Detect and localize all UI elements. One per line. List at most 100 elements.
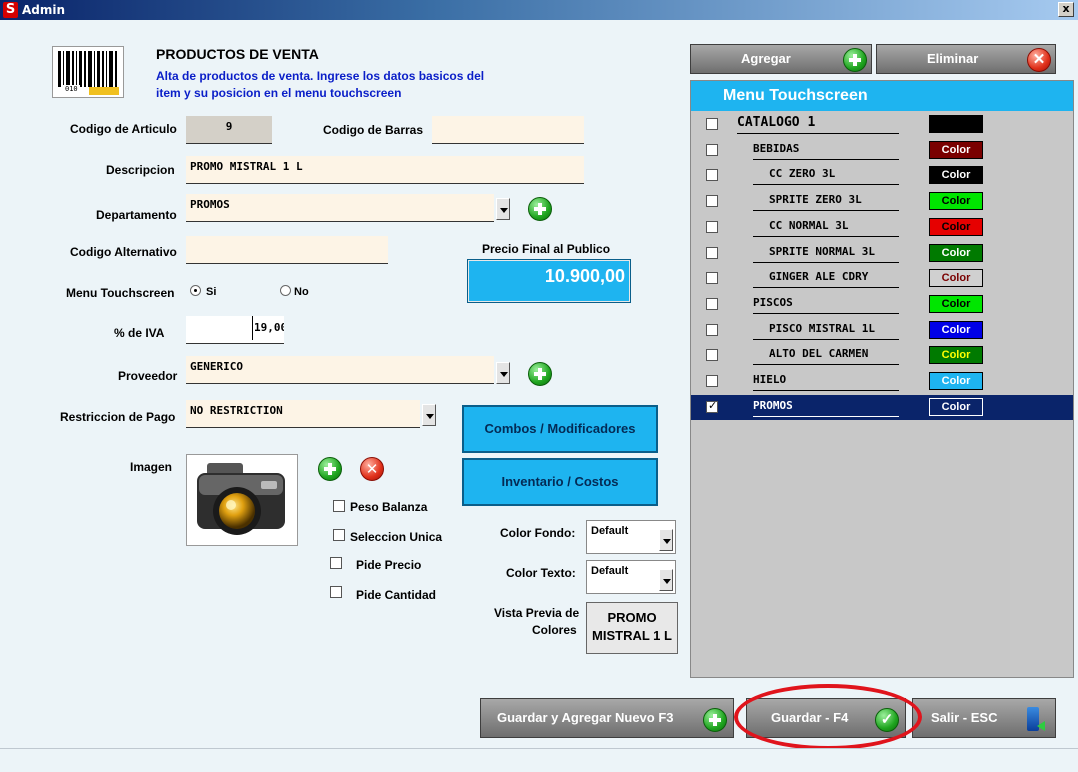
- precio-field[interactable]: 10.900,00: [467, 259, 631, 303]
- menu-tree-row[interactable]: BEBIDAS Color: [691, 138, 1073, 163]
- departamento-dropdown-arrow[interactable]: [496, 198, 510, 220]
- menu-tree-color-swatch[interactable]: Color: [929, 192, 983, 211]
- menu-tree-row[interactable]: HIELO Color: [691, 369, 1073, 394]
- menu-tree-checkbox[interactable]: [706, 246, 718, 259]
- pide-cantidad-label: Pide Cantidad: [356, 588, 437, 602]
- pide-cantidad-checkbox[interactable]: [330, 586, 342, 598]
- menu-touch-label: Menu Touchscreen: [66, 286, 175, 300]
- menu-tree-row[interactable]: ALTO DEL CARMEN Color: [691, 343, 1073, 368]
- salir-button[interactable]: Salir - ESC: [912, 698, 1056, 738]
- menu-tree-checkbox[interactable]: [706, 323, 718, 336]
- menu-tree-color-swatch[interactable]: [929, 115, 983, 133]
- menu-tree-row[interactable]: GINGER ALE CDRY Color: [691, 266, 1073, 291]
- iva-value: 19,00: [252, 316, 284, 340]
- combos-modificadores-button[interactable]: Combos / Modificadores: [462, 405, 658, 453]
- codigo-alternativo-input[interactable]: [186, 236, 388, 264]
- menu-tree-row[interactable]: PISCO MISTRAL 1L Color: [691, 318, 1073, 343]
- menu-tree-checkbox[interactable]: [706, 399, 718, 413]
- restriccion-dropdown-arrow[interactable]: [422, 404, 436, 426]
- menu-tree-label: ALTO DEL CARMEN: [753, 345, 899, 366]
- menu-tree-color-swatch[interactable]: Color: [929, 294, 983, 313]
- menu-tree-row[interactable]: CC ZERO 3L Color: [691, 163, 1073, 188]
- menu-tree-color-swatch[interactable]: Color: [929, 320, 983, 339]
- guardar-agregar-nuevo-label: Guardar y Agregar Nuevo F3: [497, 710, 674, 725]
- menu-tree-row[interactable]: CC NORMAL 3L Color: [691, 215, 1073, 240]
- proveedor-label: Proveedor: [118, 369, 178, 383]
- agregar-button[interactable]: Agregar: [690, 44, 872, 74]
- add-departamento-icon[interactable]: [528, 197, 552, 221]
- menu-tree-label: GINGER ALE CDRY: [753, 268, 899, 289]
- radio-si[interactable]: [190, 285, 201, 296]
- iva-label: % de IVA: [114, 326, 165, 340]
- menu-tree-row[interactable]: PROMOS Color: [691, 394, 1073, 420]
- menu-tree-checkbox[interactable]: [706, 169, 718, 182]
- menu-tree-color-swatch[interactable]: Color: [929, 166, 983, 185]
- status-bar: [0, 748, 1078, 772]
- departamento-label: Departamento: [96, 208, 177, 222]
- app-logo-icon: S: [3, 2, 18, 18]
- barcode-caption: 010: [63, 85, 80, 93]
- menu-tree-row[interactable]: SPRITE NORMAL 3L Color: [691, 241, 1073, 266]
- guardar-nuevo-plus-icon: [703, 708, 727, 732]
- barcode-icon: 010: [52, 46, 124, 98]
- departamento-select[interactable]: PROMOS: [186, 194, 494, 222]
- page-subtitle-1: Alta de productos de venta. Ingrese los …: [156, 69, 485, 83]
- color-fondo-value: Default: [591, 525, 629, 537]
- codigo-barras-input[interactable]: [432, 116, 584, 144]
- menu-tree-color-swatch[interactable]: Color: [929, 372, 983, 390]
- menu-tree-checkbox[interactable]: [706, 143, 718, 156]
- product-image[interactable]: [186, 454, 298, 546]
- radio-no[interactable]: [280, 285, 291, 296]
- add-image-icon[interactable]: [318, 457, 342, 481]
- inventario-costos-button[interactable]: Inventario / Costos: [462, 458, 658, 506]
- menu-tree-checkbox[interactable]: [706, 375, 718, 387]
- menu-tree-color-swatch[interactable]: Color: [929, 243, 983, 262]
- proveedor-select[interactable]: GENERICO: [186, 356, 494, 384]
- preview-line-2: MISTRAL 1 L: [592, 628, 672, 643]
- menu-tree-checkbox[interactable]: [706, 297, 718, 310]
- menu-tree-row[interactable]: PISCOS Color: [691, 292, 1073, 317]
- preview-line-1: PROMO: [607, 610, 657, 625]
- menu-tree-checkbox[interactable]: [706, 272, 718, 285]
- codigo-articulo-label: Codigo de Articulo: [70, 122, 177, 136]
- menu-touchscreen-title: Menu Touchscreen: [691, 81, 1073, 111]
- color-fondo-select[interactable]: Default: [586, 520, 676, 554]
- menu-tree-checkbox[interactable]: [706, 349, 718, 362]
- eliminar-label: Eliminar: [927, 51, 979, 66]
- menu-tree-color-swatch[interactable]: Color: [929, 217, 983, 236]
- color-texto-label: Color Texto:: [506, 566, 576, 580]
- pide-precio-checkbox[interactable]: [330, 557, 342, 569]
- menu-tree-checkbox[interactable]: [706, 118, 718, 130]
- menu-tree-color-swatch[interactable]: Color: [929, 269, 983, 288]
- menu-tree-row[interactable]: CATALOGO 1: [691, 112, 1073, 137]
- guardar-agregar-nuevo-button[interactable]: Guardar y Agregar Nuevo F3: [480, 698, 734, 738]
- menu-tree-label: PISCOS: [753, 294, 899, 314]
- menu-tree-checkbox[interactable]: [706, 220, 718, 233]
- remove-image-icon[interactable]: ✕: [360, 457, 384, 481]
- menu-tree-checkbox[interactable]: [706, 195, 718, 208]
- menu-tree-color-swatch[interactable]: Color: [929, 397, 983, 416]
- iva-input[interactable]: 19,00: [186, 316, 284, 344]
- seleccion-unica-label: Seleccion Unica: [350, 530, 443, 544]
- descripcion-input[interactable]: PROMO MISTRAL 1 L: [186, 156, 584, 184]
- menu-tree[interactable]: CATALOGO 1 BEBIDAS Color CC ZERO 3L Color SPR…: [691, 112, 1073, 420]
- menu-tree-color-swatch[interactable]: Color: [929, 140, 983, 159]
- peso-balanza-checkbox[interactable]: [333, 500, 345, 512]
- color-texto-dropdown-arrow[interactable]: [659, 569, 673, 591]
- color-fondo-dropdown-arrow[interactable]: [659, 529, 673, 551]
- agregar-plus-icon: [843, 48, 867, 72]
- menu-tree-label: BEBIDAS: [753, 140, 899, 160]
- menu-tree-label: SPRITE NORMAL 3L: [753, 243, 899, 263]
- seleccion-unica-checkbox[interactable]: [333, 529, 345, 541]
- descripcion-label: Descripcion: [106, 163, 175, 177]
- close-icon[interactable]: x: [1058, 2, 1074, 17]
- pide-precio-label: Pide Precio: [356, 558, 422, 572]
- eliminar-button[interactable]: Eliminar ✕: [876, 44, 1056, 74]
- menu-tree-color-swatch[interactable]: Color: [929, 346, 983, 365]
- proveedor-dropdown-arrow[interactable]: [496, 362, 510, 384]
- add-proveedor-icon[interactable]: [528, 362, 552, 386]
- menu-tree-row[interactable]: SPRITE ZERO 3L Color: [691, 189, 1073, 214]
- restriccion-select[interactable]: NO RESTRICTION: [186, 400, 420, 428]
- color-texto-select[interactable]: Default: [586, 560, 676, 594]
- codigo-articulo-field[interactable]: 9: [186, 116, 272, 144]
